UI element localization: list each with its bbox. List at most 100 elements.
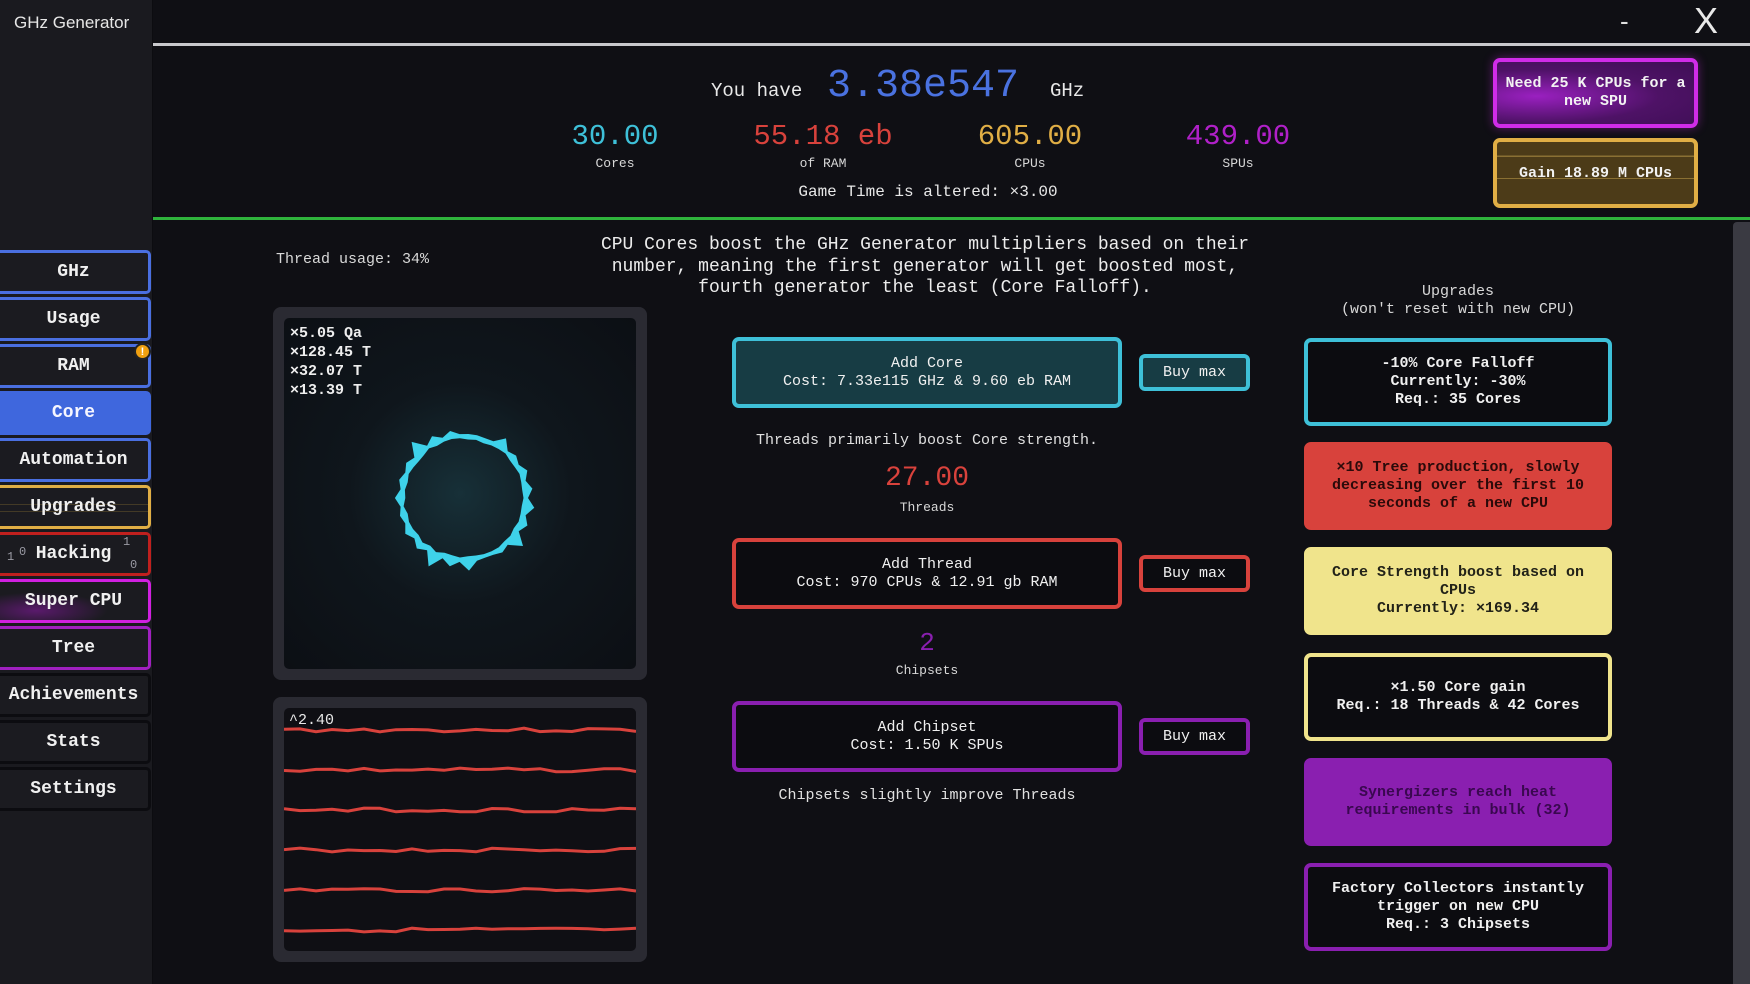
nav-label: Hacking [35,544,112,564]
stat-cpus: 605.00 CPUs [930,120,1130,171]
notification-badge-icon: ! [134,343,151,360]
upgrade-line: -10% Core Falloff [1381,355,1535,372]
add-thread-button[interactable]: Add Thread Cost: 970 CPUs & 12.91 gb RAM [732,538,1122,609]
upgrade-line: ×10 Tree production, slowly decreasing o… [1331,459,1585,512]
core-visual-panel: ×5.05 Qa ×128.45 T ×32.07 T ×13.39 T [273,307,647,680]
nav-ghz[interactable]: GHz [0,250,151,294]
add-chipset-button[interactable]: Add Chipset Cost: 1.50 K SPUs [732,701,1122,772]
app-title: GHz Generator [14,13,130,32]
stat-value: 605.00 [977,120,1083,153]
nav-label: Automation [19,450,128,470]
thread-wave-line [284,806,636,814]
upgrade-line: Req.: 18 Threads & 42 Cores [1336,697,1580,714]
nav-label: Stats [46,732,101,752]
gain-cpus-button[interactable]: Gain 18.89 M CPUs [1493,138,1698,208]
new-spu-button[interactable]: Need 25 K CPUs for a new SPU [1493,58,1698,128]
sidebar: GHz Generator GHz Usage RAM! Core Automa… [0,0,153,984]
upgrade-line: Currently: -30% [1390,373,1526,390]
upgrades-title: Upgrades [1421,283,1494,300]
upgrade-line: Currently: ×169.34 [1376,600,1540,617]
upgrade-core-strength[interactable]: Core Strength boost based on CPUs Curren… [1304,547,1612,635]
nav-usage[interactable]: Usage [0,297,151,341]
nav-core[interactable]: Core [0,391,151,435]
stat-label: Cores [595,156,635,171]
nav-label: Super CPU [24,591,123,611]
nav-label: Usage [46,309,101,329]
nav-ram[interactable]: RAM! [0,343,151,388]
binary-decoration: 1 [123,535,131,549]
upgrade-factory-collectors[interactable]: Factory Collectors instantly trigger on … [1304,863,1612,951]
chipsets-note: Chipsets slightly improve Threads [778,787,1076,804]
stat-value: 439.00 [1185,120,1291,153]
minimize-button[interactable]: - [1620,6,1629,37]
nav-label: GHz [57,262,90,282]
nav-automation[interactable]: Automation [0,438,151,482]
upgrade-line: Req.: 3 Chipsets [1385,916,1531,933]
upgrade-core-falloff[interactable]: -10% Core Falloff Currently: -30% Req.: … [1304,338,1612,426]
button-cost: Cost: 1.50 K SPUs [850,736,1004,754]
upgrade-line: Factory Collectors instantly trigger on … [1331,880,1585,915]
core-description: CPU Cores boost the GHz Generator multip… [600,235,1250,298]
scrollbar[interactable] [1733,222,1750,984]
chipset-buy-max-button[interactable]: Buy max [1139,718,1250,755]
stat-label: SPUs [1222,156,1254,171]
stat-label: CPUs [1014,156,1046,171]
nav-label: Core [51,403,96,423]
upgrade-line: Synergizers reach heat requirements in b… [1345,784,1571,819]
stat-spus: 439.00 SPUs [1138,120,1338,171]
threads-label: Threads [899,500,955,515]
ghz-unit: GHz [1050,80,1085,102]
upgrade-line: Req.: 35 Cores [1394,391,1522,408]
button-cost: Cost: 7.33e115 GHz & 9.60 eb RAM [782,372,1072,390]
thread-wave-line [284,926,636,934]
nav-label: Achievements [8,685,139,705]
upgrade-synergizers[interactable]: Synergizers reach heat requirements in b… [1304,758,1612,846]
thread-waves [284,726,636,934]
core-burst-shape [394,431,535,571]
upgrade-line: ×1.50 Core gain [1390,679,1526,696]
stat-value: 55.18 eb [753,120,893,153]
multiplier-value: ×32.07 T [290,363,363,380]
game-time-status: Game Time is altered: ×3.00 [798,183,1058,201]
thread-wave-line [284,766,636,774]
thread-wave-line [284,726,636,734]
thread-wave-line [284,846,636,854]
multiplier-value: ×128.45 T [290,344,372,361]
exponent-label: ^2.40 [289,712,335,729]
nav-label: RAM [57,356,90,376]
nav-tree[interactable]: Tree [0,626,151,670]
section-divider [153,217,1750,220]
nav-label: Tree [51,638,96,658]
nav-super-cpu[interactable]: Super CPU [0,579,151,623]
thread-usage-label: Thread usage: 34% [276,251,430,268]
thread-wave-panel: ^2.40 [273,697,647,962]
threads-note: Threads primarily boost Core strength. [755,432,1099,449]
upgrades-heading: Upgrades (won't reset with new CPU) [1304,283,1612,319]
upgrades-subtitle: (won't reset with new CPU) [1340,301,1576,318]
button-title: Add Core [890,354,963,372]
nav-label: Upgrades [30,497,117,517]
core-buy-max-button[interactable]: Buy max [1139,354,1250,391]
nav-achievements[interactable]: Achievements [0,673,151,717]
upgrade-tree-production[interactable]: ×10 Tree production, slowly decreasing o… [1304,442,1612,530]
nav-stats[interactable]: Stats [0,720,151,764]
multiplier-value: ×13.39 T [290,382,363,399]
thread-buy-max-button[interactable]: Buy max [1139,555,1250,592]
ghz-value: 3.38e547 [827,64,1020,109]
threads-value: 27.00 [884,463,969,494]
button-title: Add Chipset [877,718,977,736]
chipsets-label: Chipsets [895,663,959,678]
thread-wave-line [284,887,636,894]
stat-label: of RAM [799,156,847,171]
stat-ram: 55.18 eb of RAM [723,120,923,171]
upgrade-line: Core Strength boost based on CPUs [1331,564,1585,599]
core-burst-icon [394,431,535,571]
close-button[interactable]: X [1694,0,1718,42]
nav-hacking[interactable]: 1 0 1 0 Hacking [0,532,151,576]
nav-upgrades[interactable]: Upgrades [0,485,151,529]
upgrade-core-gain[interactable]: ×1.50 Core gain Req.: 18 Threads & 42 Co… [1304,653,1612,741]
multiplier-value: ×5.05 Qa [290,325,363,342]
add-core-button[interactable]: Add Core Cost: 7.33e115 GHz & 9.60 eb RA… [732,337,1122,408]
nav-settings[interactable]: Settings [0,767,151,811]
binary-decoration: 1 [7,550,15,564]
